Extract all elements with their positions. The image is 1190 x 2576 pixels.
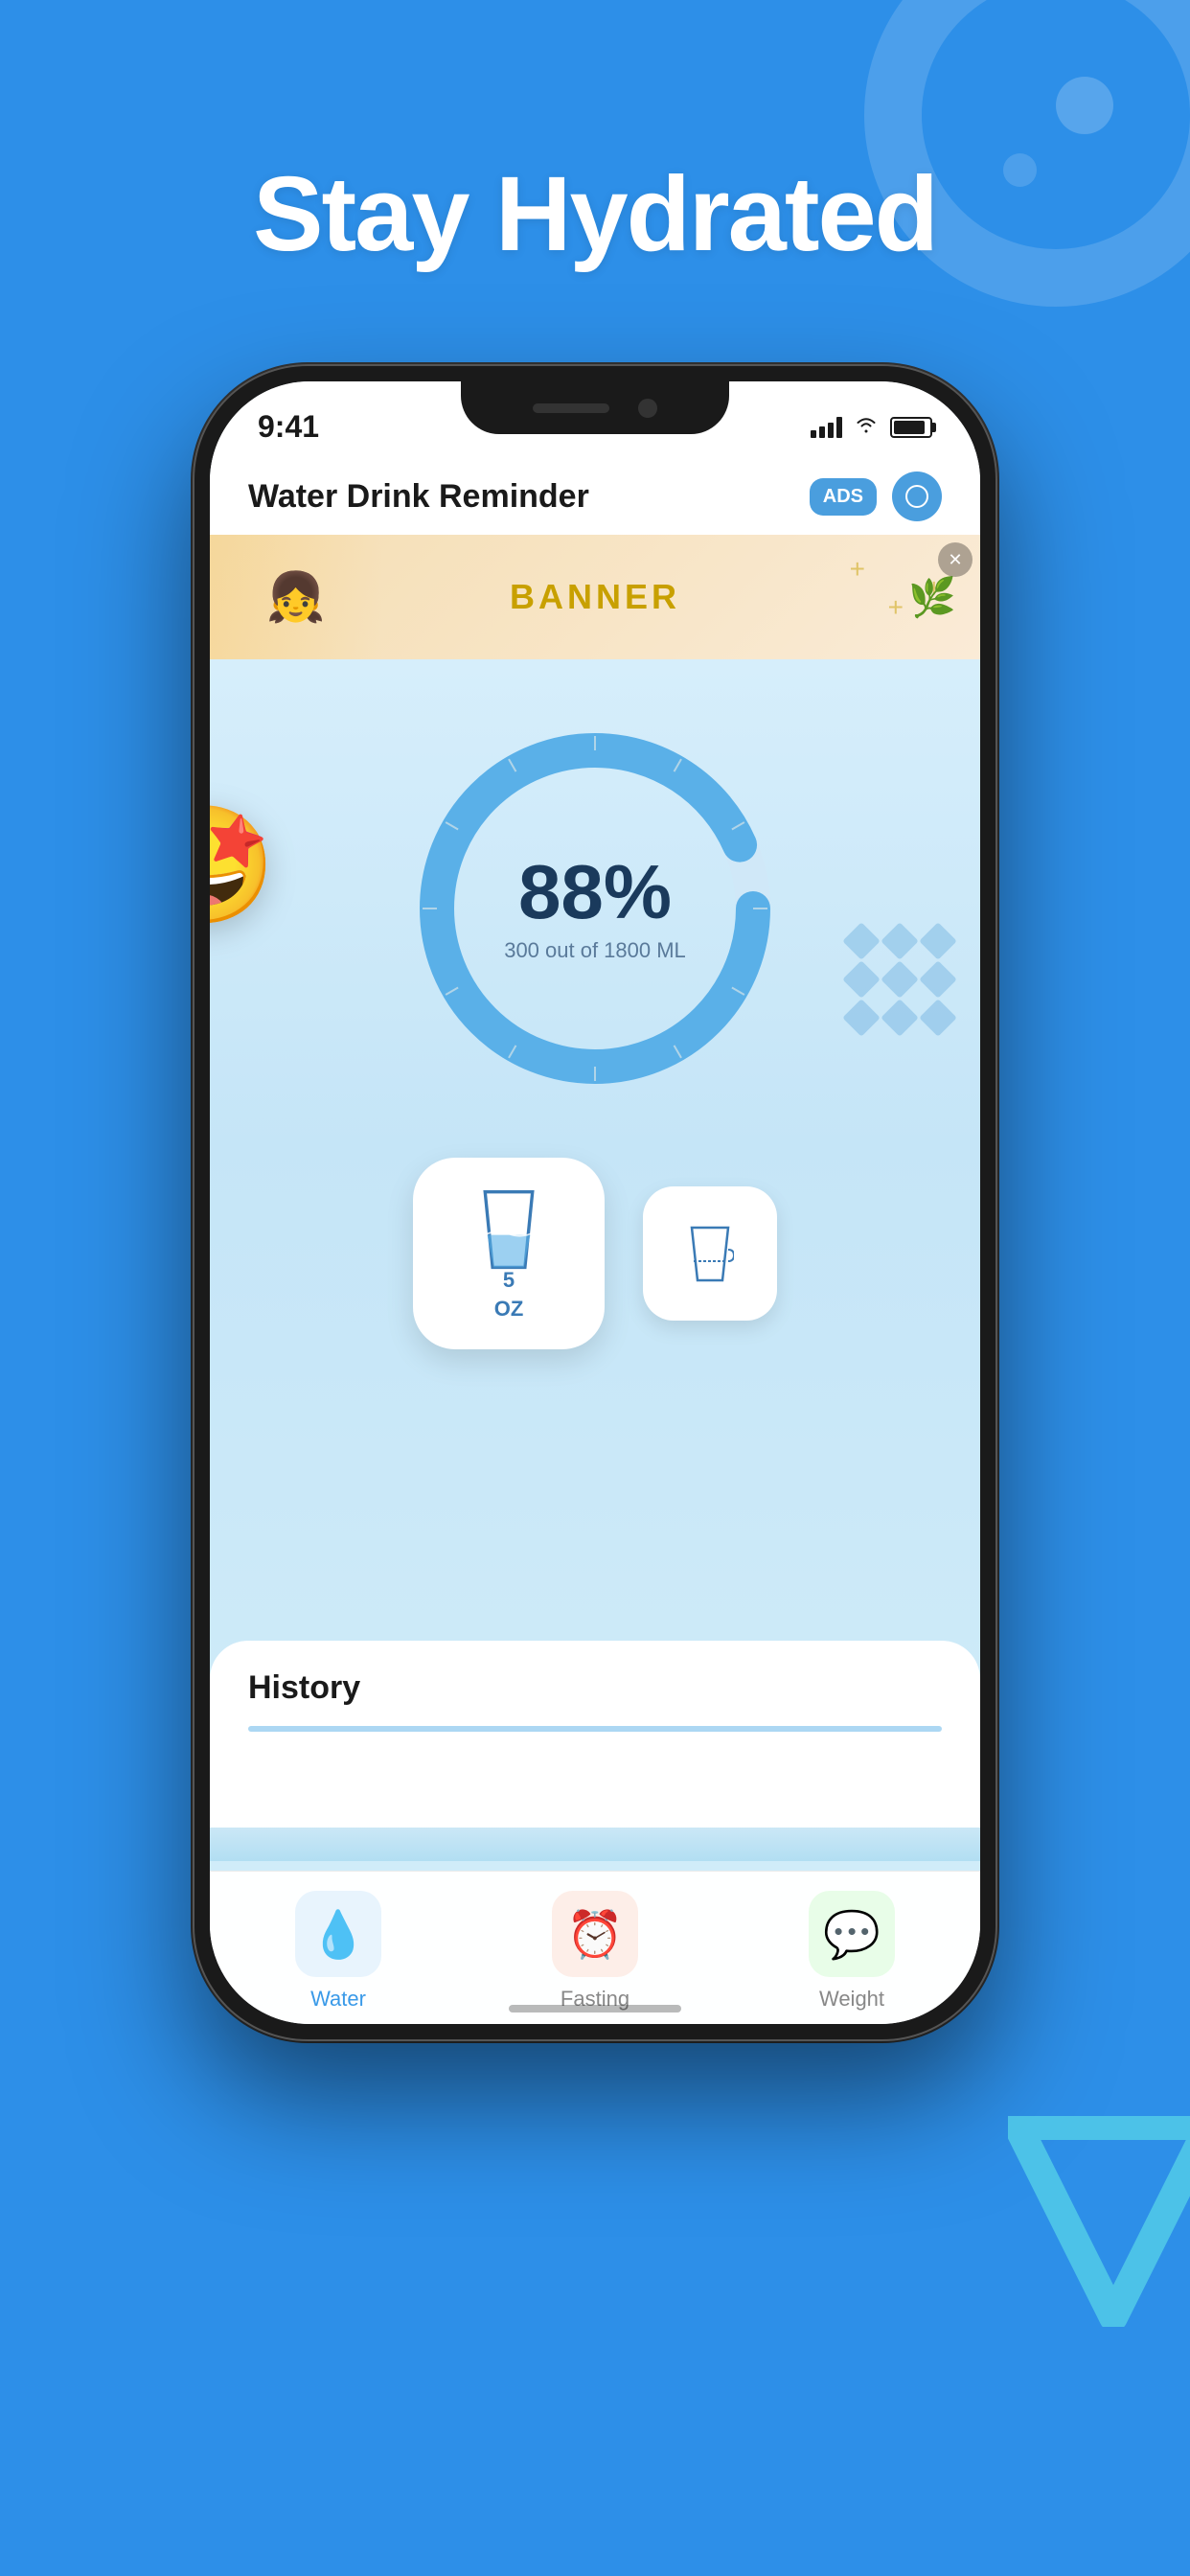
banner-plus-1: + xyxy=(850,554,865,585)
phone-notch xyxy=(461,381,729,434)
progress-area: 🤩 xyxy=(210,659,980,1100)
app-header: Water Drink Reminder ADS xyxy=(210,458,980,535)
ml-display: 300 out of 1800 ML xyxy=(504,938,686,963)
main-content: 🤩 xyxy=(210,659,980,1871)
secondary-drink-button[interactable] xyxy=(643,1186,777,1321)
status-time: 9:41 xyxy=(258,409,319,445)
history-water-fill xyxy=(210,1828,980,1861)
ads-button[interactable]: ADS xyxy=(810,478,877,516)
custom-glass-icon xyxy=(686,1223,734,1285)
tab-weight[interactable]: 💬 Weight xyxy=(809,1891,895,2012)
tab-fasting[interactable]: ⏰ Fasting xyxy=(552,1891,638,2012)
bg-decoration-dot-large xyxy=(1056,77,1113,134)
primary-drink-button[interactable]: 5 OZ xyxy=(413,1158,605,1349)
drink-unit-label: OZ xyxy=(494,1297,524,1322)
mood-emoji: 🤩 xyxy=(210,799,276,933)
tab-water[interactable]: 💧 Water xyxy=(295,1891,381,2012)
weight-tab-icon: 💬 xyxy=(809,1891,895,1977)
status-icons xyxy=(811,414,932,441)
progress-ring-container: 88% 300 out of 1800 ML xyxy=(403,717,787,1100)
page-title: Stay Hydrated xyxy=(0,153,1190,275)
water-tab-label: Water xyxy=(310,1987,366,2012)
drink-buttons-row: 5 OZ xyxy=(210,1158,980,1349)
history-section: History xyxy=(210,1641,980,1861)
phone-mockup: 9:41 xyxy=(193,364,997,2041)
home-indicator xyxy=(509,2005,681,2012)
banner-illustration: 👧 xyxy=(210,535,382,659)
settings-button[interactable] xyxy=(892,472,942,521)
header-actions: ADS xyxy=(810,472,942,521)
fasting-tab-icon: ⏰ xyxy=(552,1891,638,1977)
drink-size-label: 5 xyxy=(503,1268,515,1293)
wifi-icon xyxy=(854,414,879,441)
banner-label: BANNER xyxy=(510,577,680,617)
percent-display: 88% xyxy=(504,854,686,931)
battery-icon xyxy=(890,417,932,438)
phone-frame: 9:41 xyxy=(193,364,997,2041)
notch-camera xyxy=(638,399,657,418)
water-tab-icon: 💧 xyxy=(295,1891,381,1977)
banner-close-button[interactable]: ✕ xyxy=(938,542,973,577)
signal-icon xyxy=(811,417,842,438)
water-glass-large-icon xyxy=(475,1186,542,1273)
phone-screen: 9:41 xyxy=(210,381,980,2024)
history-title: History xyxy=(248,1669,942,1707)
banner-ad: 👧 + + + BANNER 🌿 ✕ xyxy=(210,535,980,659)
weight-tab-label: Weight xyxy=(819,1987,884,2012)
history-wave-bar xyxy=(248,1726,942,1732)
ring-center-text: 88% 300 out of 1800 ML xyxy=(504,854,686,963)
notch-speaker xyxy=(533,403,609,413)
app-header-title: Water Drink Reminder xyxy=(248,478,589,516)
tab-bar: 💧 Water ⏰ Fasting 💬 Weight xyxy=(210,1871,980,2024)
triangle-decoration xyxy=(1008,2116,1190,2327)
